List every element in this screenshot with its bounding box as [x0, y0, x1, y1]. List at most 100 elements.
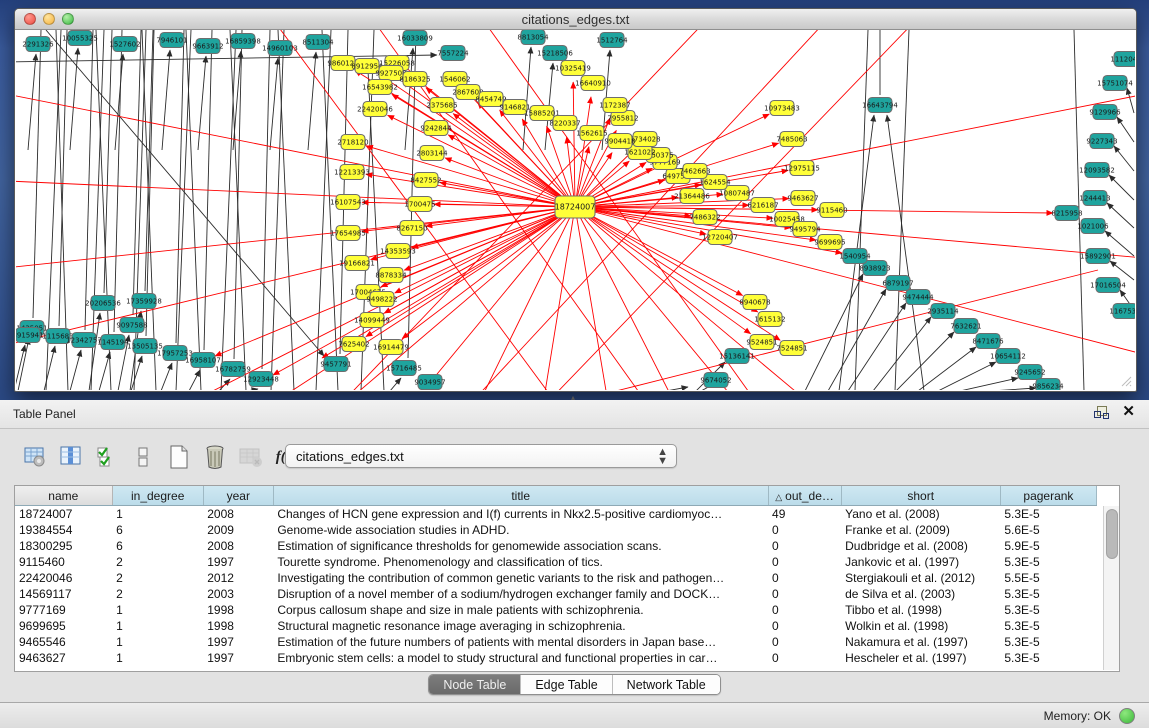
- network-node[interactable]: 16643794: [862, 98, 898, 113]
- edge[interactable]: [523, 47, 531, 150]
- column-header-name[interactable]: name: [15, 486, 112, 506]
- memory-status-indicator[interactable]: [1119, 708, 1135, 724]
- table-cell[interactable]: 1997: [203, 650, 273, 666]
- edge[interactable]: [161, 363, 172, 390]
- edge[interactable]: [271, 30, 284, 390]
- edge[interactable]: [189, 370, 200, 390]
- network-node-selected[interactable]: 9242844: [420, 121, 452, 136]
- table-cell[interactable]: 1: [112, 506, 203, 523]
- column-header-title[interactable]: title: [273, 486, 768, 506]
- edge-selected[interactable]: [573, 82, 575, 207]
- table-cell[interactable]: 5.3E-5: [1000, 602, 1096, 618]
- table-cell[interactable]: Estimation of significance thresholds fo…: [273, 538, 768, 554]
- table-cell[interactable]: 5.3E-5: [1000, 586, 1096, 602]
- node-table[interactable]: namein_degreeyeartitle△out_de…shortpager…: [15, 486, 1097, 666]
- table-row[interactable]: 969969511998Structural magnetic resonanc…: [15, 618, 1097, 634]
- network-node-selected[interactable]: 8427552: [410, 173, 441, 188]
- edge[interactable]: [666, 387, 688, 390]
- edge[interactable]: [85, 30, 93, 330]
- table-cell[interactable]: 2009: [203, 522, 273, 538]
- network-node-selected[interactable]: 9115460: [816, 203, 847, 218]
- table-row[interactable]: 2242004622012Investigating the contribut…: [15, 570, 1097, 586]
- table-cell[interactable]: 0: [768, 586, 841, 602]
- edge[interactable]: [895, 30, 909, 390]
- table-cell[interactable]: Jankovic et al. (1997): [841, 554, 1000, 570]
- network-node-selected[interactable]: 2803144: [416, 146, 448, 161]
- table-cell[interactable]: 1998: [203, 602, 273, 618]
- edge-selected[interactable]: [395, 207, 575, 293]
- network-node[interactable]: 9474444: [902, 290, 934, 305]
- network-node[interactable]: 3915941: [16, 328, 44, 343]
- select-all-icon[interactable]: [92, 442, 122, 472]
- edge[interactable]: [316, 30, 331, 390]
- table-cell[interactable]: 0: [768, 538, 841, 554]
- table-cell[interactable]: 14569117: [15, 586, 112, 602]
- table-cell[interactable]: Corpus callosum shape and size in male p…: [273, 602, 768, 618]
- table-row[interactable]: 1456911722003Disruption of a novel membe…: [15, 586, 1097, 602]
- table-cell[interactable]: 0: [768, 522, 841, 538]
- network-node[interactable]: 17016504: [1090, 278, 1126, 293]
- tab-node-table[interactable]: Node Table: [429, 675, 521, 694]
- table-cell[interactable]: 5.9E-5: [1000, 538, 1096, 554]
- network-node-selected[interactable]: 7524851: [776, 341, 807, 356]
- table-cell[interactable]: Hescheler et al. (1997): [841, 650, 1000, 666]
- table-cell[interactable]: 1: [112, 650, 203, 666]
- column-header-short[interactable]: short: [841, 486, 1000, 506]
- edge-selected[interactable]: [456, 207, 575, 390]
- table-row[interactable]: 946362711997Embryonic stem cells: a mode…: [15, 650, 1097, 666]
- table-cell[interactable]: 2012: [203, 570, 273, 586]
- edge[interactable]: [278, 30, 294, 390]
- network-node[interactable]: 9129966: [1089, 105, 1121, 120]
- table-cell[interactable]: Yano et al. (2008): [841, 506, 1000, 523]
- network-node[interactable]: 9856234: [1032, 379, 1064, 391]
- network-node[interactable]: 8471676: [972, 334, 1004, 349]
- table-cell[interactable]: 9777169: [15, 602, 112, 618]
- network-node-selected[interactable]: 1700475: [404, 197, 435, 212]
- edge[interactable]: [59, 30, 67, 326]
- table-cell[interactable]: 9699695: [15, 618, 112, 634]
- network-node[interactable]: 7632621: [950, 319, 981, 334]
- network-node-selected[interactable]: 16543982: [362, 80, 398, 95]
- table-cell[interactable]: Nakamura et al. (1997): [841, 634, 1000, 650]
- table-row[interactable]: 911546021997Tourette syndrome. Phenomeno…: [15, 554, 1097, 570]
- tab-network-table[interactable]: Network Table: [613, 675, 720, 694]
- table-cell[interactable]: 6: [112, 522, 203, 538]
- table-cell[interactable]: 19384554: [15, 522, 112, 538]
- column-visibility-icon[interactable]: [56, 442, 86, 472]
- edge[interactable]: [44, 346, 55, 390]
- network-node-selected[interactable]: 9904418: [604, 134, 635, 149]
- column-header-year[interactable]: year: [203, 486, 273, 506]
- network-node-selected[interactable]: 12213393: [334, 165, 370, 180]
- table-settings-icon[interactable]: [20, 442, 50, 472]
- network-node-selected[interactable]: 8267150: [396, 221, 427, 236]
- network-node-selected[interactable]: 9699695: [814, 235, 845, 250]
- edge[interactable]: [828, 289, 886, 390]
- table-cell[interactable]: de Silva et al. (2003): [841, 586, 1000, 602]
- edge-selected[interactable]: [448, 135, 575, 207]
- tab-edge-table[interactable]: Edge Table: [521, 675, 612, 694]
- table-cell[interactable]: 2: [112, 570, 203, 586]
- network-node[interactable]: 20206536: [85, 296, 121, 311]
- network-node[interactable]: 8511304: [302, 35, 334, 50]
- edge[interactable]: [221, 30, 236, 390]
- network-node[interactable]: 7946101: [156, 33, 187, 48]
- edge[interactable]: [918, 347, 976, 390]
- network-node[interactable]: 10654112: [990, 349, 1026, 364]
- network-node-selected[interactable]: 8186325: [399, 72, 430, 87]
- network-node-selected[interactable]: 9463627: [787, 191, 818, 206]
- edge[interactable]: [1127, 88, 1134, 113]
- table-cell[interactable]: Dudbridge et al. (2008): [841, 538, 1000, 554]
- table-row[interactable]: 1872400712008Changes of HCN gene express…: [15, 506, 1097, 523]
- table-cell[interactable]: 5.3E-5: [1000, 506, 1096, 523]
- network-node[interactable]: 17359928: [126, 294, 162, 309]
- edge[interactable]: [104, 30, 112, 293]
- table-cell[interactable]: 2008: [203, 506, 273, 523]
- edge[interactable]: [162, 50, 170, 150]
- table-cell[interactable]: Investigating the contribution of common…: [273, 570, 768, 586]
- network-node-selected[interactable]: 7625402: [338, 337, 369, 352]
- column-header-outde[interactable]: △out_de…: [768, 486, 841, 506]
- edge[interactable]: [340, 30, 348, 354]
- network-node[interactable]: 9663912: [192, 39, 223, 54]
- edge[interactable]: [18, 338, 29, 390]
- network-node-selected[interactable]: 7462663: [679, 164, 710, 179]
